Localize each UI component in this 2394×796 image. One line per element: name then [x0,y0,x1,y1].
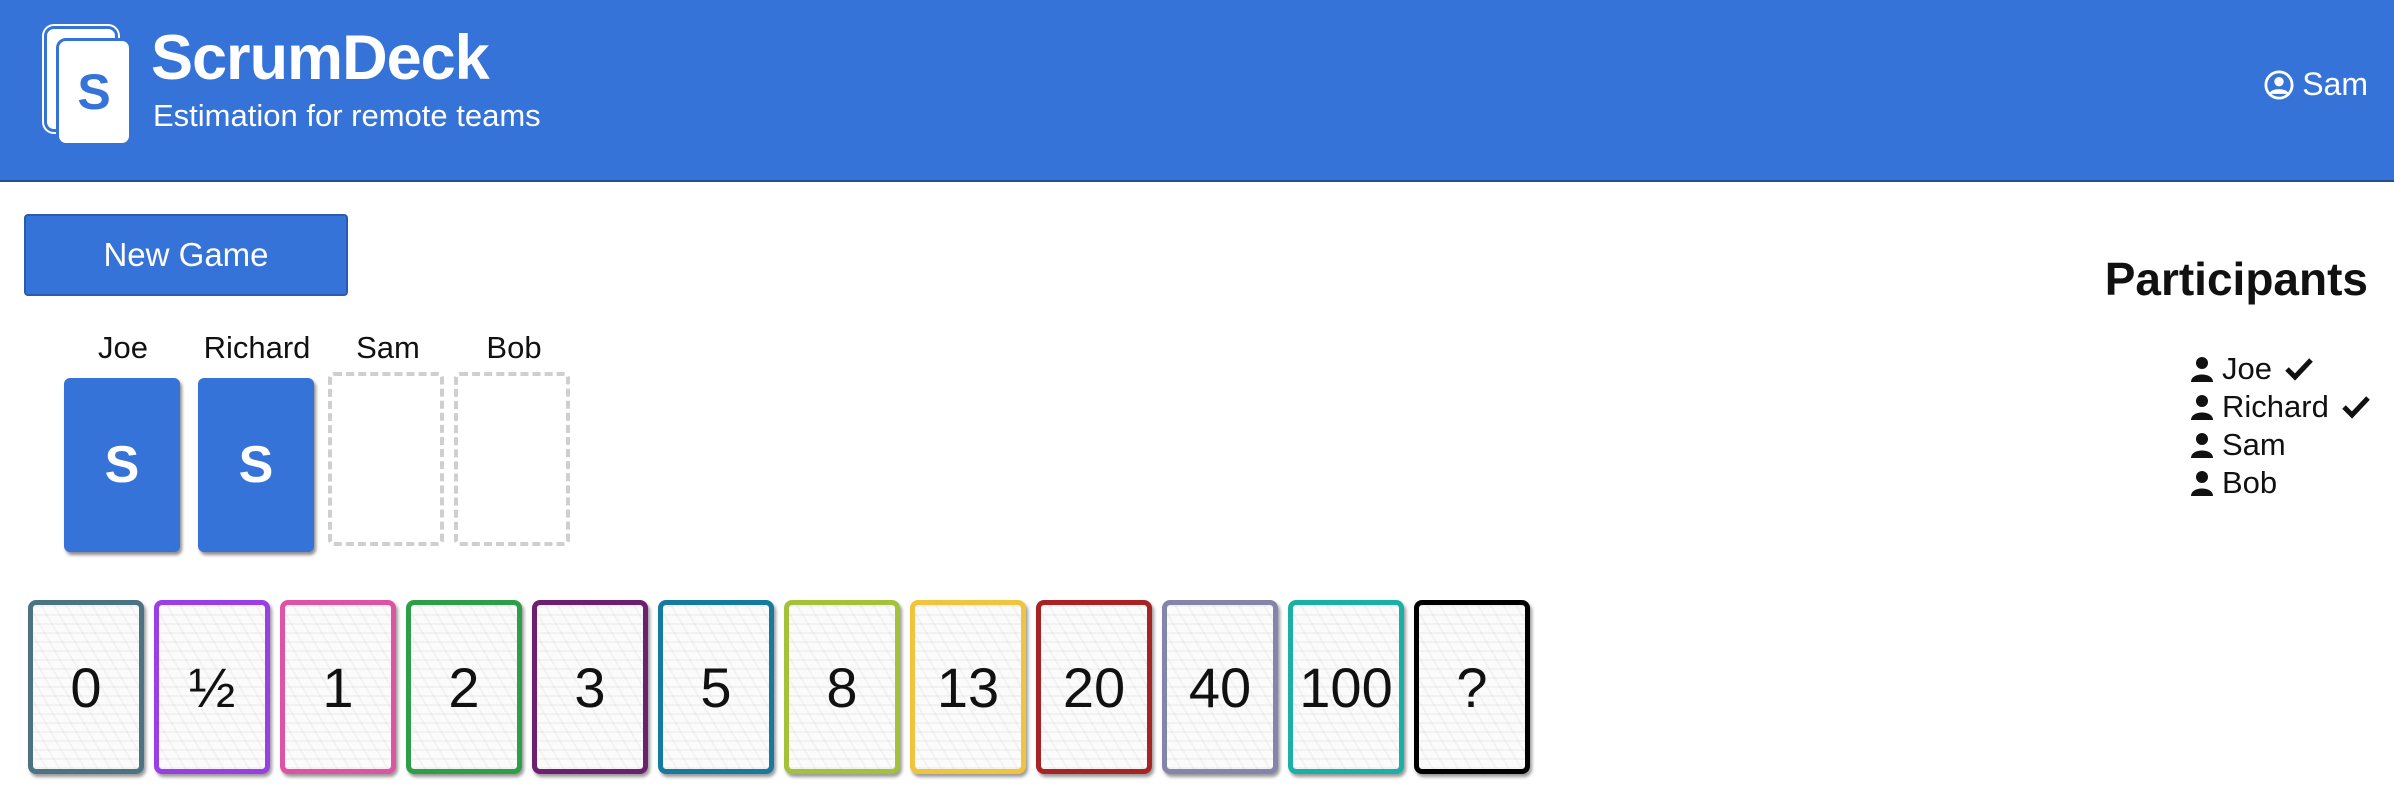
hand-card-unknown[interactable]: ? [1414,600,1530,774]
user-icon [2191,395,2213,420]
seat-name: Richard [203,330,311,365]
app-title: ScrumDeck [151,23,490,93]
hand-card-13[interactable]: 13 [910,600,1026,774]
user-name: Sam [2302,66,2368,102]
played-card-joe: S [64,378,180,552]
user-circle-icon [2264,69,2294,100]
seat-joe: Joe [63,326,183,370]
card-slot-bob [454,372,570,546]
app-header: S ScrumDeck Estimation for remote teams … [0,0,2394,182]
hand-card-half[interactable]: ½ [154,600,270,774]
user-icon [2191,471,2213,496]
participants-list: Joe Richard Sam Bob [2190,350,2371,502]
user-icon [2191,433,2213,458]
hand-card-20[interactable]: 20 [1036,600,1152,774]
participant-item: Bob [2190,464,2371,502]
hand-card-0[interactable]: 0 [28,600,144,774]
participant-name: Joe [2222,351,2272,386]
seat-name: Sam [356,330,420,365]
check-icon [2285,358,2313,381]
app-subtitle: Estimation for remote teams [153,98,541,133]
participant-name: Bob [2222,465,2278,500]
user-menu[interactable]: Sam [2264,66,2368,103]
hand-card-3[interactable]: 3 [532,600,648,774]
hand-card-100[interactable]: 100 [1288,600,1404,774]
check-icon [2342,396,2370,419]
hand-card-8[interactable]: 8 [784,600,900,774]
hand-card-5[interactable]: 5 [658,600,774,774]
user-icon [2191,357,2213,382]
participant-name: Sam [2222,427,2286,462]
seat-bob: Bob [454,326,574,370]
new-game-button[interactable]: New Game [24,214,348,296]
seat-sam: Sam [328,326,448,370]
hand-card-1[interactable]: 1 [280,600,396,774]
hand-card-2[interactable]: 2 [406,600,522,774]
logo-front-card: S [56,38,132,146]
played-card-richard: S [198,378,314,552]
seat-name: Joe [98,330,148,365]
participant-item: Richard [2190,388,2371,426]
seat-name: Bob [486,330,542,365]
hand-card-40[interactable]: 40 [1162,600,1278,774]
card-slot-sam [328,372,444,546]
seat-richard: Richard [197,326,317,370]
participant-item: Sam [2190,426,2371,464]
scrumdeck-logo: S [44,26,134,146]
participants-heading: Participants [2104,253,2368,305]
participant-item: Joe [2190,350,2371,388]
participant-name: Richard [2222,389,2329,424]
